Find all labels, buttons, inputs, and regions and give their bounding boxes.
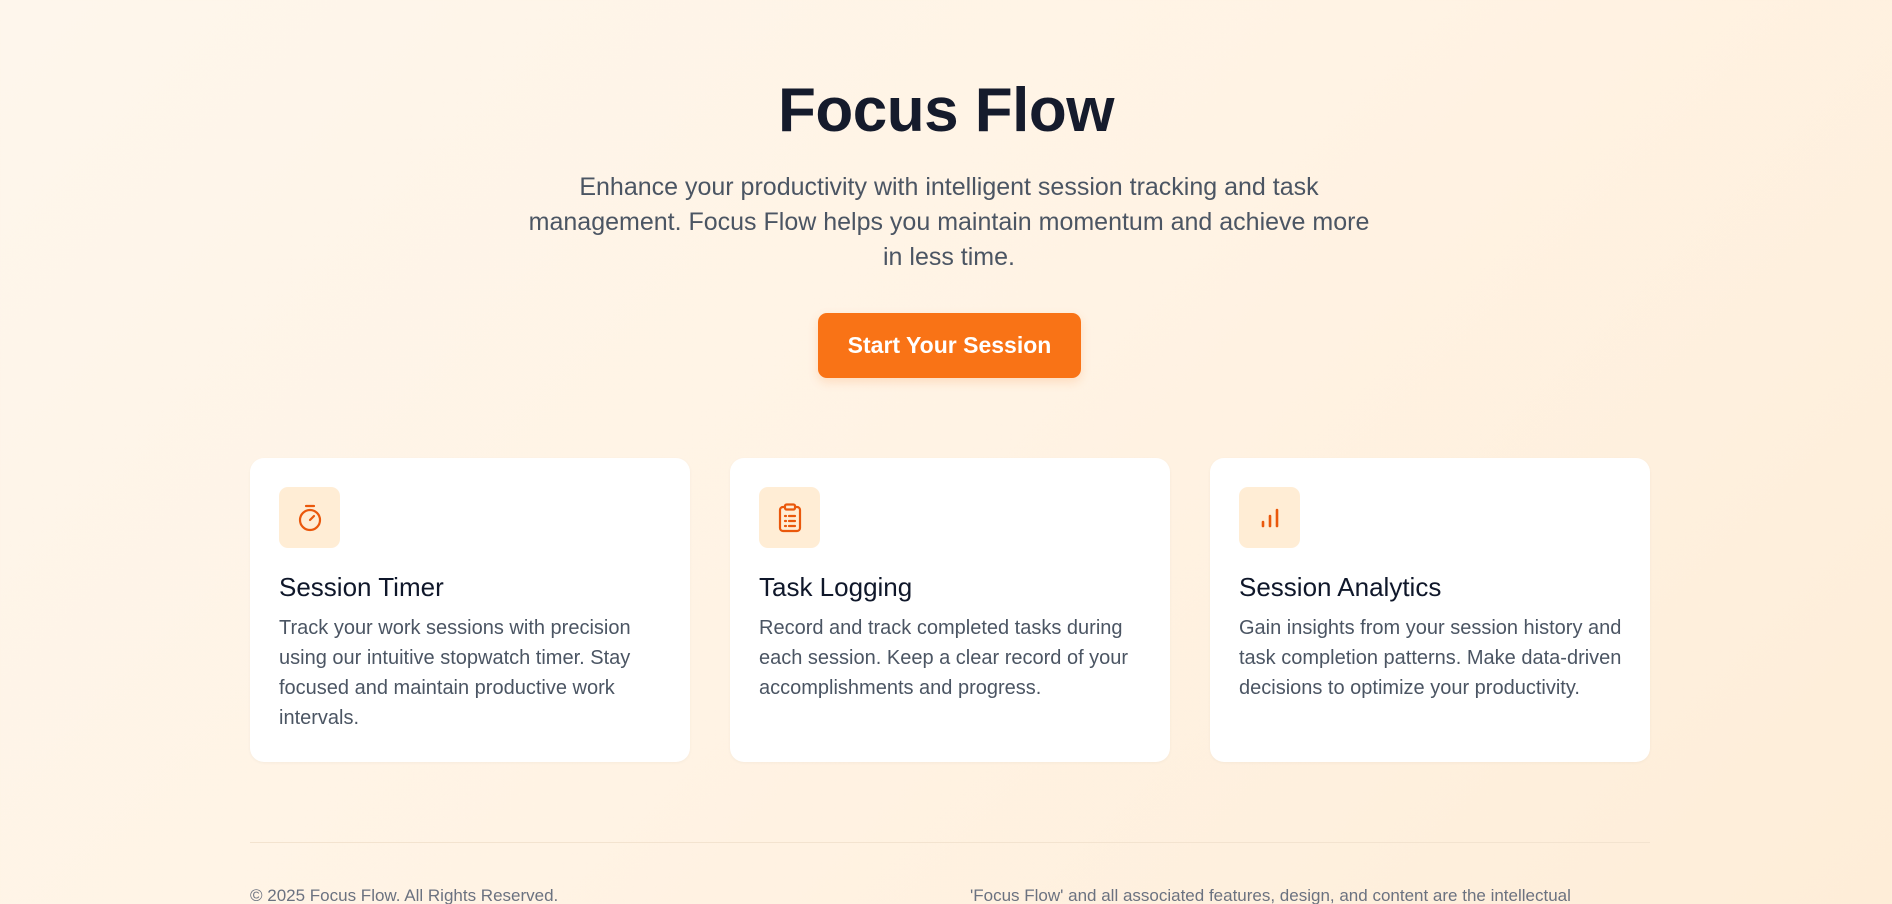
feature-title: Task Logging	[759, 572, 913, 602]
feature-title: Session Analytics	[1239, 572, 1442, 602]
feature-description: Record and track completed tasks during …	[759, 617, 1129, 699]
feature-description: Track your work sessions with precision …	[279, 617, 631, 729]
feature-description: Gain insights from your session history …	[1239, 617, 1622, 699]
footer-legal-notice: 'Focus Flow' and all associated features…	[970, 886, 1571, 904]
footer-copyright: © 2025 Focus Flow. All Rights Reserved.	[250, 886, 559, 904]
bar-chart-icon	[1239, 487, 1300, 548]
feature-card-task-logging: Task Logging Record and track completed …	[730, 458, 1170, 762]
feature-card-session-analytics: Session Analytics Gain insights from you…	[1210, 458, 1650, 762]
start-session-button[interactable]: Start Your Session	[818, 313, 1081, 378]
stopwatch-icon	[279, 487, 340, 548]
feature-card-session-timer: Session Timer Track your work sessions w…	[250, 458, 690, 762]
clipboard-list-icon	[759, 487, 820, 548]
feature-title: Session Timer	[279, 572, 444, 602]
hero-subtitle: Enhance your productivity with intellige…	[528, 173, 1370, 271]
footer-divider	[250, 842, 1650, 843]
page-title: Focus Flow	[778, 76, 1115, 145]
